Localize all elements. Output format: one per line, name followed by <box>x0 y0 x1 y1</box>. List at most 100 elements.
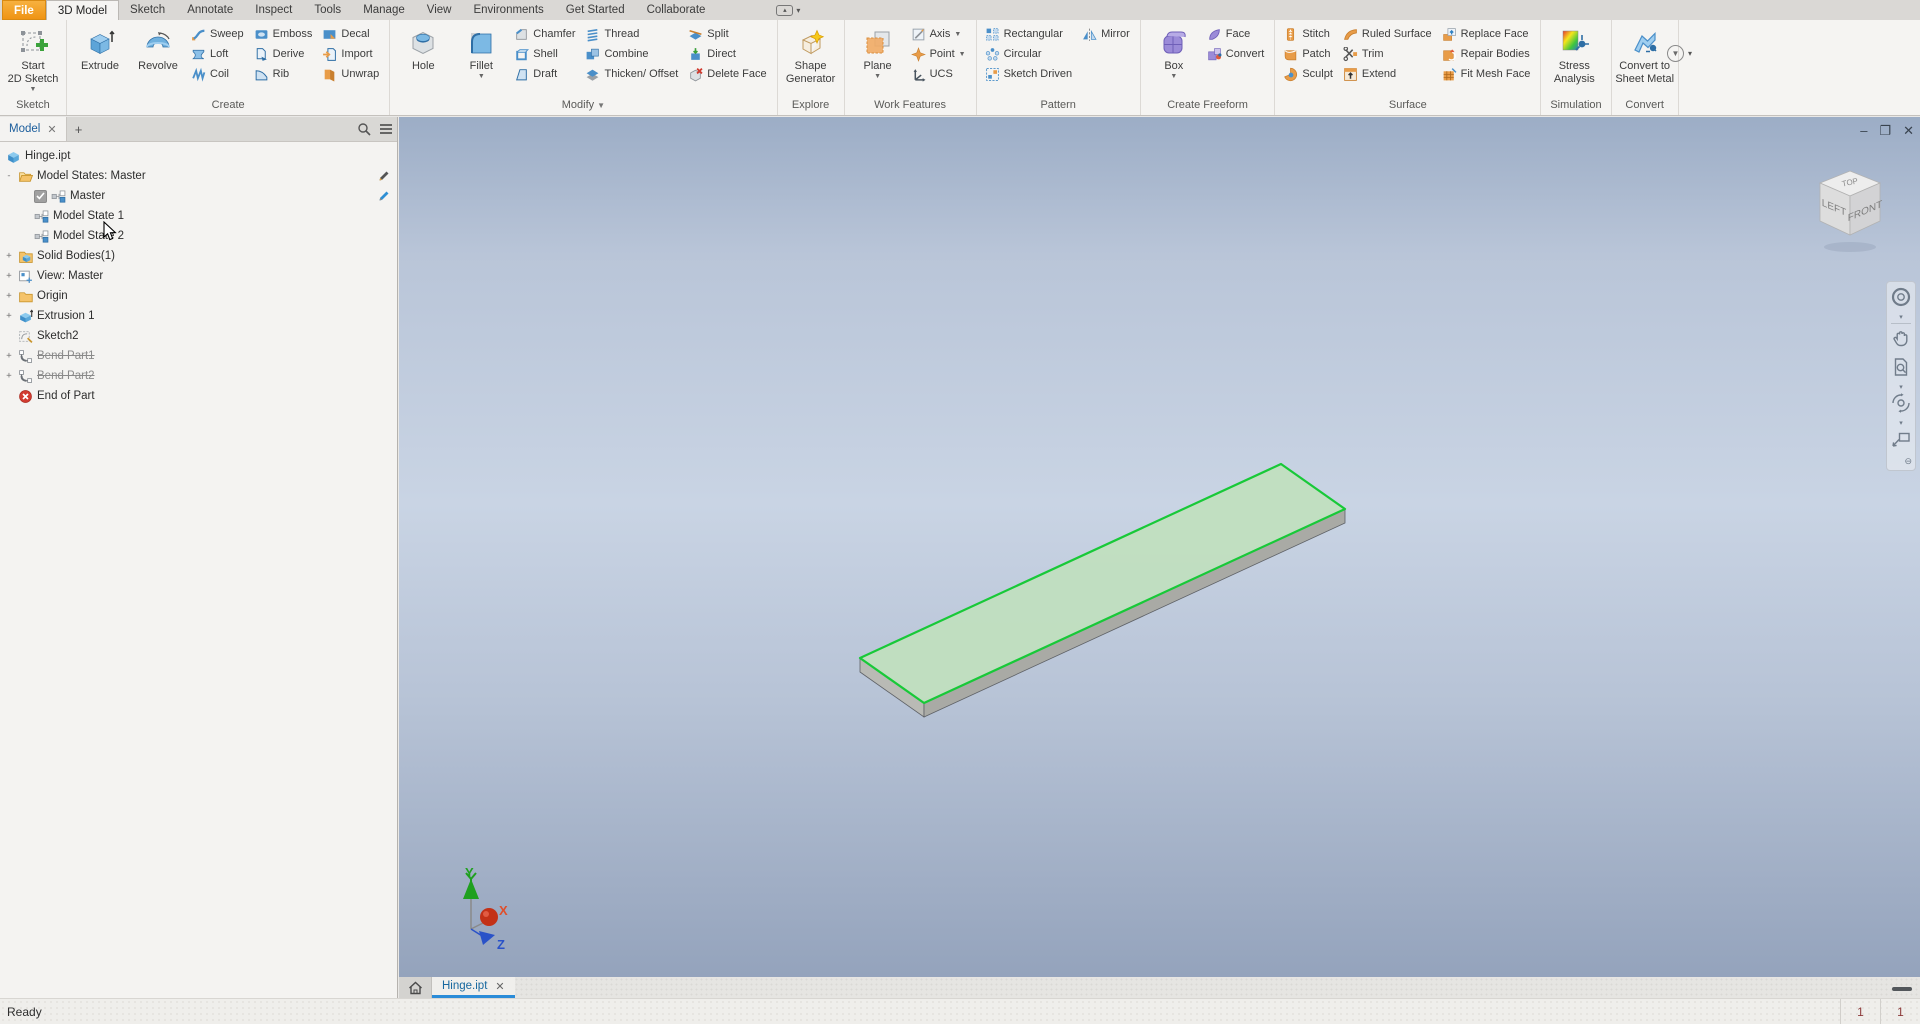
orbit-tool[interactable] <box>1889 391 1913 420</box>
doc-restore-button[interactable]: ❐ <box>1879 123 1891 139</box>
patch-button[interactable]: Patch <box>1280 44 1338 64</box>
tree-item-end-of-part[interactable]: End of Part <box>0 386 397 406</box>
browser-tab-model[interactable]: Model ✕ <box>0 117 67 141</box>
active-state-checkbox[interactable] <box>34 189 47 203</box>
ruled-surface-button[interactable]: Ruled Surface <box>1340 24 1437 44</box>
chevron-down-icon[interactable]: ▼ <box>1170 73 1177 80</box>
expand-icon[interactable]: + <box>4 251 14 261</box>
quick-access-toggle[interactable]: ▴ ▾ <box>776 0 800 20</box>
tree-item-model-state-2[interactable]: Model State 2 <box>0 226 397 246</box>
axis-button[interactable]: Axis ▼ <box>908 24 971 44</box>
chevron-down-icon[interactable]: ▼ <box>597 101 605 110</box>
tree-item-model-state-1[interactable]: Model State 1 <box>0 206 397 226</box>
decal-button[interactable]: Decal <box>319 24 384 44</box>
thicken-offset-button[interactable]: Thicken/ Offset <box>582 64 683 84</box>
tree-item-extrusion-1[interactable]: + Extrusion 1 <box>0 306 397 326</box>
document-tab-active[interactable]: Hinge.ipt ✕ <box>432 977 515 998</box>
look-at-tool[interactable] <box>1889 427 1913 456</box>
ribbon-tab-3d-model[interactable]: 3D Model <box>45 0 120 20</box>
ribbon-group-label[interactable]: Modify ▼ <box>393 99 773 115</box>
import-button[interactable]: Import <box>319 44 384 64</box>
rectangular-pattern-button[interactable]: Rectangular <box>982 24 1077 44</box>
chevron-down-icon[interactable]: ▼ <box>478 73 485 80</box>
doc-minimize-button[interactable]: – <box>1860 123 1867 139</box>
tabbar-grip[interactable] <box>1892 987 1912 991</box>
expand-icon[interactable]: + <box>4 371 14 381</box>
convert-sheet-metal-button[interactable]: Convert to Sheet Metal <box>1615 23 1674 89</box>
draft-button[interactable]: Draft <box>511 64 580 84</box>
chevron-down-icon[interactable]: ▾ <box>1899 420 1903 427</box>
part-top-face-selected[interactable] <box>858 462 1347 705</box>
ribbon-tab-sketch[interactable]: Sketch <box>119 0 176 20</box>
ribbon-tab-collaborate[interactable]: Collaborate <box>636 0 717 20</box>
extend-button[interactable]: Extend <box>1340 64 1437 84</box>
rib-button[interactable]: Rib <box>251 64 318 84</box>
fit-mesh-face-button[interactable]: Fit Mesh Face <box>1439 64 1536 84</box>
tree-item-solid-bodies-1[interactable]: + Solid Bodies(1) <box>0 246 397 266</box>
chevron-down-icon[interactable]: ▾ <box>1899 384 1903 391</box>
sweep-button[interactable]: Sweep <box>188 24 249 44</box>
delete-face-button[interactable]: Delete Face <box>685 64 771 84</box>
start-2d-sketch-button[interactable]: Start 2D Sketch ▼ <box>5 23 61 96</box>
doc-close-button[interactable]: ✕ <box>1903 123 1914 139</box>
add-browser-tab-button[interactable]: + <box>67 117 91 141</box>
unwrap-button[interactable]: Unwrap <box>319 64 384 84</box>
shell-button[interactable]: Shell <box>511 44 580 64</box>
plane-button[interactable]: Plane ▼ <box>850 23 906 83</box>
tree-item-bend-part1[interactable]: + Bend Part1 <box>0 346 397 366</box>
stitch-button[interactable]: Stitch <box>1280 24 1338 44</box>
stress-analysis-button[interactable]: Stress Analysis <box>1546 23 1602 89</box>
chevron-down-icon[interactable]: ▾ <box>1899 314 1903 321</box>
coil-button[interactable]: Coil <box>188 64 249 84</box>
fillet-button[interactable]: Fillet ▼ <box>453 23 509 83</box>
home-view-button[interactable] <box>399 977 432 998</box>
ribbon-tab-environments[interactable]: Environments <box>462 0 554 20</box>
thread-button[interactable]: Thread <box>582 24 683 44</box>
combine-button[interactable]: Combine <box>582 44 683 64</box>
split-button[interactable]: Split <box>685 24 771 44</box>
ribbon-tab-annotate[interactable]: Annotate <box>176 0 244 20</box>
expand-icon[interactable]: + <box>4 291 14 301</box>
ribbon-tab-tools[interactable]: Tools <box>303 0 352 20</box>
search-icon[interactable] <box>353 117 375 141</box>
ribbon-tab-view[interactable]: View <box>416 0 463 20</box>
extrude-button[interactable]: Extrude <box>72 23 128 76</box>
sketch-driven-pattern-button[interactable]: Sketch Driven <box>982 64 1077 84</box>
revolve-button[interactable]: Revolve <box>130 23 186 76</box>
trim-button[interactable]: Trim <box>1340 44 1437 64</box>
tree-item-bend-part2[interactable]: + Bend Part2 <box>0 366 397 386</box>
chevron-down-icon[interactable]: ▼ <box>954 31 961 38</box>
ribbon-tab-get-started[interactable]: Get Started <box>555 0 636 20</box>
hole-button[interactable]: Hole <box>395 23 451 76</box>
pan-tool[interactable] <box>1889 326 1913 355</box>
3d-viewport[interactable]: – ❐ ✕ TOP LEFT FRONT ▾ ▾ ▾ ⊖ X Y Z <box>399 117 1920 977</box>
shape-generator-button[interactable]: Shape Generator <box>783 23 839 89</box>
collapse-icon[interactable]: - <box>4 171 14 181</box>
zoom-window-tool[interactable] <box>1889 355 1913 384</box>
tree-item-model-states-master[interactable]: - Model States: Master <box>0 166 397 186</box>
chevron-down-icon[interactable]: ▼ <box>959 51 966 58</box>
sculpt-button[interactable]: Sculpt <box>1280 64 1338 84</box>
document-tab-close-icon[interactable]: ✕ <box>495 980 504 993</box>
part-geometry[interactable] <box>399 117 1920 977</box>
ribbon-tab-manage[interactable]: Manage <box>352 0 416 20</box>
close-icon[interactable]: ✕ <box>47 123 56 136</box>
chevron-down-icon[interactable]: ▼ <box>30 86 37 93</box>
tree-item-view-master[interactable]: + View: Master <box>0 266 397 286</box>
chevron-down-icon[interactable]: ▼ <box>874 73 881 80</box>
loft-button[interactable]: Loft <box>188 44 249 64</box>
expand-icon[interactable]: + <box>4 311 14 321</box>
ribbon-collapse-button[interactable]: ▼ ▾ <box>1667 45 1692 62</box>
replace-face-button[interactable]: Replace Face <box>1439 24 1536 44</box>
expand-icon[interactable]: + <box>4 351 14 361</box>
direct-button[interactable]: Direct <box>685 44 771 64</box>
tree-item-origin[interactable]: + Origin <box>0 286 397 306</box>
navbar-collapse-icon[interactable]: ⊖ <box>1904 456 1912 467</box>
ribbon-tab-file[interactable]: File <box>2 0 46 20</box>
repair-bodies-button[interactable]: Repair Bodies <box>1439 44 1536 64</box>
navigation-wheel-tool[interactable] <box>1889 285 1913 314</box>
browser-menu-icon[interactable] <box>375 117 397 141</box>
expand-icon[interactable]: + <box>4 271 14 281</box>
freeform-face-button[interactable]: Face <box>1204 24 1270 44</box>
view-cube[interactable]: TOP LEFT FRONT <box>1804 163 1896 259</box>
